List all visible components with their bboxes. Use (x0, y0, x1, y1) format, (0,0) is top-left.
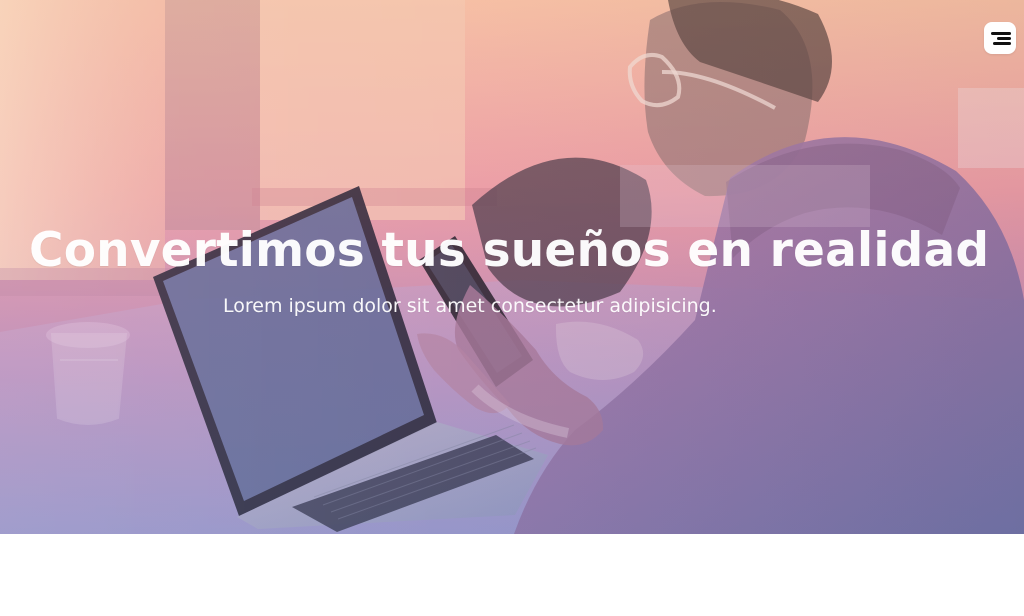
hero-section: Convertimos tus sueños en realidad Lorem… (0, 0, 1024, 534)
hero-subtitle: Lorem ipsum dolor sit amet consectetur a… (223, 295, 717, 317)
page-content-area (0, 534, 1024, 616)
hero-title: Convertimos tus sueños en realidad (29, 223, 990, 278)
menu-button[interactable] (984, 22, 1016, 54)
menu-line-bottom (993, 42, 1011, 45)
hamburger-menu-icon (989, 30, 1011, 46)
menu-line-middle (997, 37, 1011, 40)
menu-line-top (991, 32, 1011, 35)
